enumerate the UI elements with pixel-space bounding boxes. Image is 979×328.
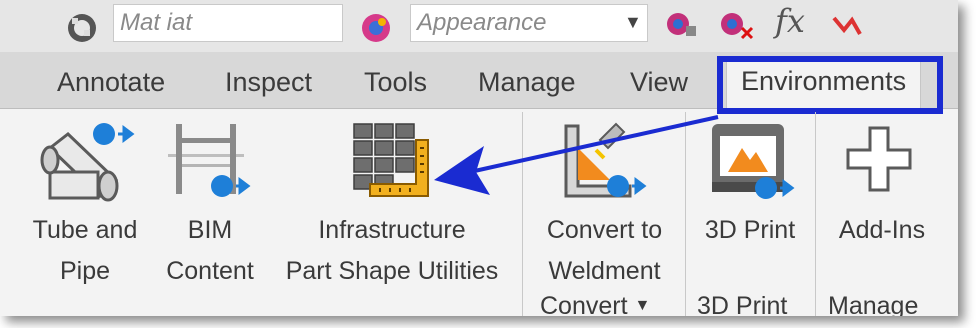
annotation-arrow-icon — [434, 115, 719, 195]
ribbon-window: Mat iat Appearance ▼ fx Annotate Inspect… — [0, 0, 958, 316]
